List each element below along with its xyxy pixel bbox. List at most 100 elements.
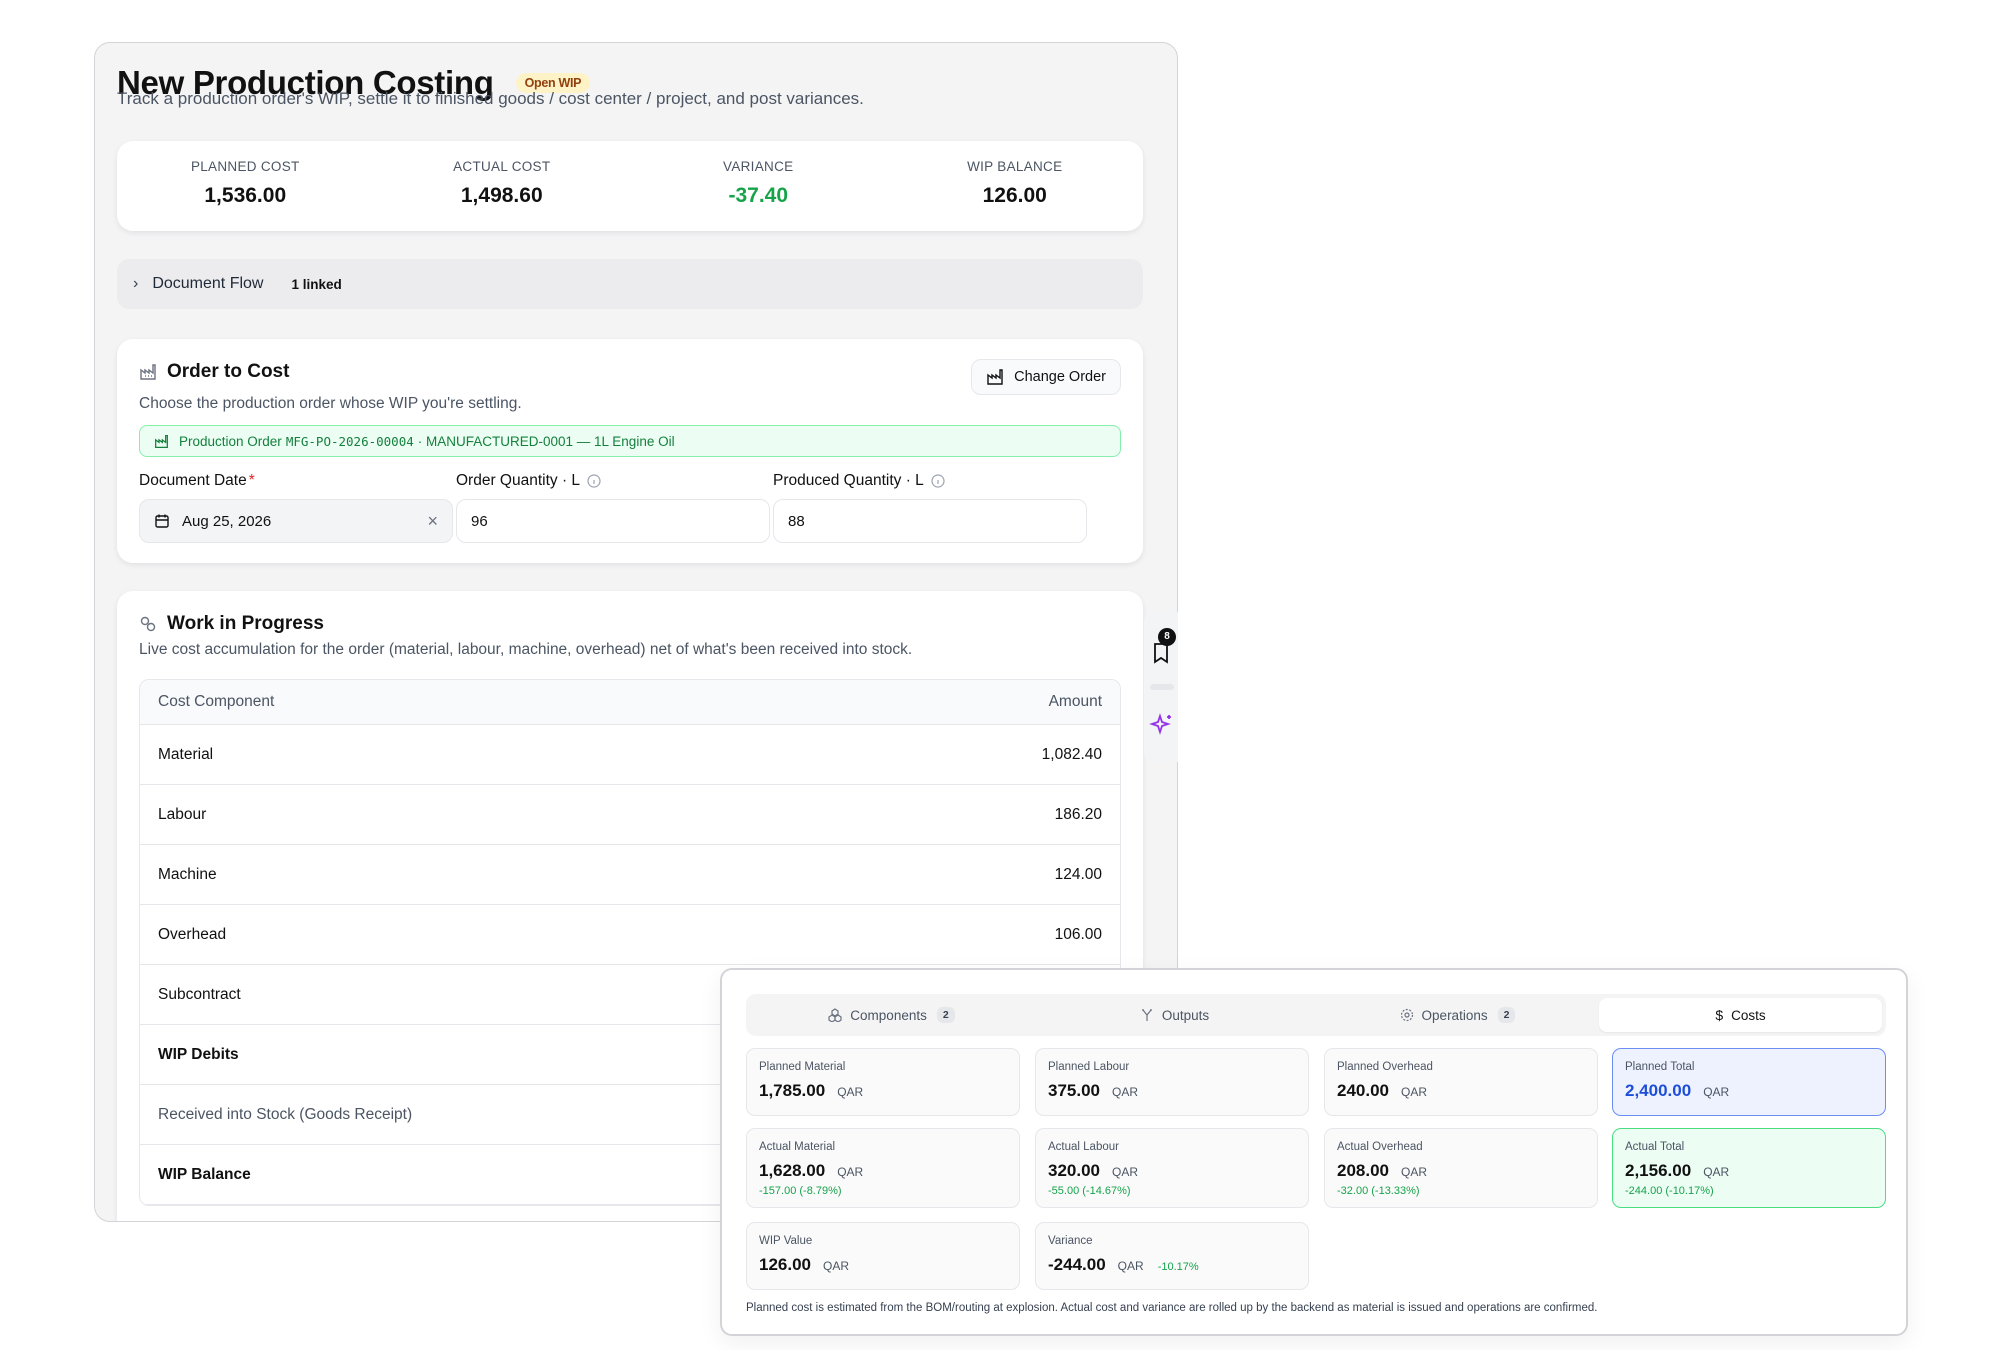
metric-actual-total: Actual Total 2,156.00 QAR -244.00 (-10.1… bbox=[1612, 1128, 1886, 1208]
bookmark-count-badge: 8 bbox=[1158, 628, 1176, 646]
metric-value: 320.00 bbox=[1048, 1161, 1100, 1180]
summary-label: PLANNED COST bbox=[190, 159, 300, 174]
column-header: Cost Component bbox=[158, 693, 275, 710]
tab-outputs[interactable]: Outputs bbox=[1033, 998, 1316, 1032]
order-number: MFG-PO-2026-00004 bbox=[285, 433, 414, 449]
metric-value: 2,156.00 bbox=[1625, 1161, 1692, 1180]
currency-unit: QAR bbox=[837, 1165, 864, 1179]
metric-delta: -10.17% bbox=[1157, 1261, 1199, 1273]
rail-divider bbox=[1150, 684, 1174, 690]
summary-wip-balance: WIP BALANCE 126.00 bbox=[887, 141, 1144, 231]
tab-label: Components bbox=[850, 1007, 927, 1023]
document-flow-count: 1 linked bbox=[291, 276, 342, 292]
row-label: Machine bbox=[158, 865, 217, 883]
summary-planned-cost: PLANNED COST 1,536.00 bbox=[117, 141, 374, 231]
tab-label: Costs bbox=[1731, 1007, 1766, 1023]
costs-footnote: Planned cost is estimated from the BOM/r… bbox=[746, 1302, 1598, 1314]
info-icon bbox=[587, 474, 601, 488]
tab-count: 2 bbox=[1497, 1007, 1516, 1023]
document-date-input[interactable]: Aug 25, 2026 × bbox=[139, 499, 453, 543]
document-date-value: Aug 25, 2026 bbox=[182, 512, 272, 530]
dollar-icon: $ bbox=[1715, 1007, 1724, 1023]
table-header: Cost Component Amount bbox=[140, 680, 1120, 725]
tab-label: Operations bbox=[1421, 1007, 1488, 1023]
factory-icon bbox=[140, 364, 156, 380]
tab-label: Outputs bbox=[1161, 1007, 1210, 1023]
currency-unit: QAR bbox=[823, 1259, 850, 1273]
summary-value: 126.00 bbox=[982, 184, 1047, 207]
row-label: Labour bbox=[158, 805, 207, 823]
order-quantity-input[interactable]: 96 bbox=[456, 499, 770, 543]
metric-wip-value: WIP Value 126.00 QAR bbox=[746, 1222, 1020, 1290]
metric-variance: Variance -244.00 QAR -10.17% bbox=[1035, 1222, 1309, 1290]
currency-unit: QAR bbox=[1401, 1165, 1428, 1179]
table-row: Material 1,082.40 bbox=[140, 725, 1120, 785]
row-label: Material bbox=[158, 745, 214, 763]
boxes-icon bbox=[828, 1008, 842, 1022]
metric-value: 208.00 bbox=[1337, 1161, 1389, 1180]
tab-count: 2 bbox=[936, 1007, 955, 1023]
metric-value: 1,628.00 bbox=[759, 1161, 826, 1180]
metric-label: Planned Labour bbox=[1048, 1061, 1130, 1073]
metric-value: 375.00 bbox=[1048, 1081, 1100, 1100]
tab-operations[interactable]: Operations 2 bbox=[1316, 998, 1599, 1032]
tab-components[interactable]: Components 2 bbox=[750, 998, 1033, 1032]
metric-label: Variance bbox=[1048, 1235, 1093, 1247]
row-label: Received into Stock (Goods Receipt) bbox=[158, 1105, 413, 1123]
row-label: WIP Balance bbox=[158, 1165, 251, 1183]
currency-unit: QAR bbox=[1112, 1085, 1139, 1099]
metric-label: Planned Material bbox=[759, 1061, 846, 1073]
calendar-icon bbox=[155, 514, 169, 528]
row-label: Overhead bbox=[158, 925, 227, 943]
row-amount: 186.20 bbox=[1054, 805, 1102, 823]
summary-label: ACTUAL COST bbox=[453, 159, 551, 174]
metric-label: WIP Value bbox=[759, 1235, 813, 1247]
order-quantity-value: 96 bbox=[471, 512, 488, 530]
tab-costs[interactable]: $ Costs bbox=[1599, 998, 1882, 1032]
metric-planned-total: Planned Total 2,400.00 QAR bbox=[1612, 1048, 1886, 1116]
produced-quantity-input[interactable]: 88 bbox=[773, 499, 1087, 543]
table-row: Machine 124.00 bbox=[140, 845, 1120, 905]
produced-quantity-value: 88 bbox=[788, 512, 805, 530]
document-date-label: Document Date bbox=[139, 472, 247, 489]
page-subtitle: Track a production order's WIP, settle i… bbox=[117, 89, 864, 108]
document-flow-toggle[interactable]: › Document Flow 1 linked bbox=[117, 259, 1143, 309]
summary-value: 1,498.60 bbox=[460, 184, 543, 207]
row-amount: 1,082.40 bbox=[1041, 745, 1102, 763]
summary-actual-cost: ACTUAL COST 1,498.60 bbox=[374, 141, 631, 231]
metric-planned-material: Planned Material 1,785.00 QAR bbox=[746, 1048, 1020, 1116]
clear-date-icon[interactable]: × bbox=[427, 511, 438, 532]
currency-unit: QAR bbox=[1117, 1259, 1144, 1273]
metric-value: 2,400.00 bbox=[1625, 1081, 1692, 1100]
metric-actual-overhead: Actual Overhead 208.00 QAR -32.00 (-13.3… bbox=[1324, 1128, 1598, 1208]
row-amount: 124.00 bbox=[1054, 865, 1102, 883]
column-header: Amount bbox=[1048, 693, 1102, 710]
order-quantity-label: Order Quantity · L bbox=[456, 472, 581, 489]
page-header: New Production Costing Open WIP Track a … bbox=[117, 43, 1157, 123]
currency-unit: QAR bbox=[1401, 1085, 1428, 1099]
metric-value: -244.00 bbox=[1048, 1255, 1106, 1274]
change-order-button[interactable]: Change Order bbox=[971, 359, 1121, 395]
metric-label: Planned Overhead bbox=[1337, 1061, 1433, 1073]
produced-quantity-field: Produced Quantity · L 88 bbox=[773, 471, 1087, 543]
costs-panel: Components 2 Outputs Operations 2 $ Cost… bbox=[720, 968, 1908, 1336]
chevron-right-icon: › bbox=[133, 275, 139, 292]
metric-actual-material: Actual Material 1,628.00 QAR -157.00 (-8… bbox=[746, 1128, 1020, 1208]
change-order-label: Change Order bbox=[1014, 369, 1106, 385]
table-row: Labour 186.20 bbox=[140, 785, 1120, 845]
metric-planned-overhead: Planned Overhead 240.00 QAR bbox=[1324, 1048, 1598, 1116]
order-to-cost-title: Order to Cost bbox=[167, 361, 290, 382]
gears-icon bbox=[140, 616, 156, 632]
row-label: Subcontract bbox=[158, 985, 241, 1003]
selected-order-chip: Production Order MFG-PO-2026-00004 · MAN… bbox=[139, 425, 1121, 457]
cost-summary-card: PLANNED COST 1,536.00 ACTUAL COST 1,498.… bbox=[117, 141, 1143, 231]
tabs-bar: Components 2 Outputs Operations 2 $ Cost… bbox=[746, 994, 1886, 1036]
metric-delta: -32.00 (-13.33%) bbox=[1337, 1185, 1420, 1197]
metric-value: 240.00 bbox=[1337, 1081, 1389, 1100]
fork-icon bbox=[1141, 1009, 1152, 1021]
sparkle-icon[interactable] bbox=[1147, 710, 1177, 740]
summary-label: VARIANCE bbox=[723, 159, 794, 174]
order-chip-suffix: · MANUFACTURED-0001 — 1L Engine Oil bbox=[417, 433, 675, 449]
metric-delta: -244.00 (-10.17%) bbox=[1625, 1185, 1714, 1197]
summary-label: WIP BALANCE bbox=[967, 159, 1063, 174]
